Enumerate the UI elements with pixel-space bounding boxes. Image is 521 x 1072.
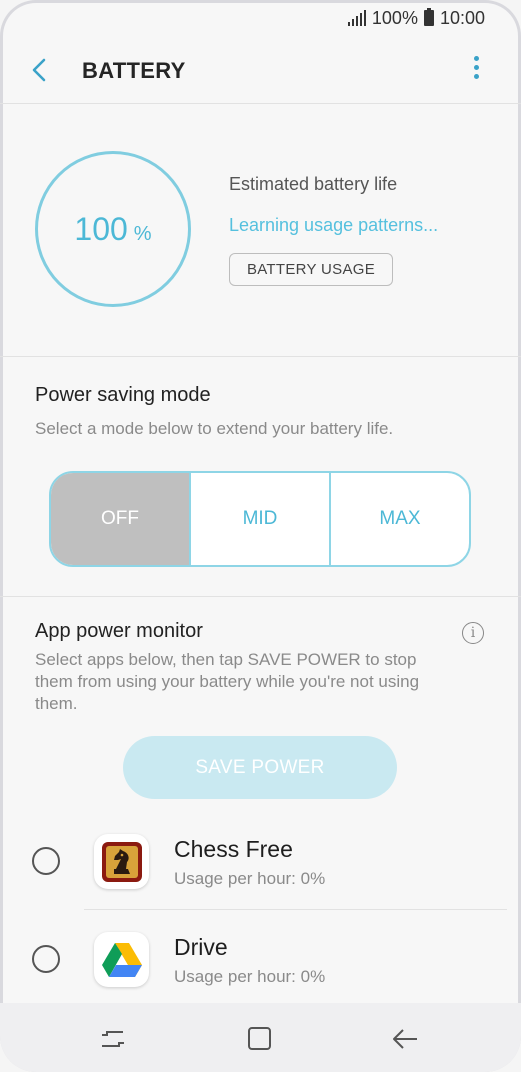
- app-usage: Usage per hour: 0%: [174, 869, 326, 888]
- app-select-radio[interactable]: [32, 945, 60, 973]
- battery-level-value: 100: [74, 210, 128, 247]
- divider: [0, 103, 521, 104]
- recent-apps-button[interactable]: [97, 1023, 129, 1055]
- battery-percent: 100%: [371, 7, 418, 28]
- battery-percent-sign: %: [133, 222, 152, 245]
- app-bar: BATTERY: [0, 38, 521, 102]
- app-name: Drive: [174, 934, 228, 960]
- learning-usage-text: Learning usage patterns...: [229, 215, 439, 235]
- info-icon[interactable]: i: [462, 622, 484, 644]
- divider: [84, 909, 507, 910]
- clock: 10:00: [439, 7, 485, 28]
- description-line: Select apps below, then tap SAVE POWER t…: [35, 650, 417, 669]
- more-vert-icon: [469, 56, 483, 79]
- home-button[interactable]: [244, 1023, 276, 1055]
- divider: [0, 356, 521, 357]
- mode-mid-option[interactable]: MID: [189, 473, 329, 565]
- save-power-button[interactable]: SAVE POWER: [123, 736, 397, 799]
- divider: [0, 596, 521, 597]
- back-icon: [393, 1029, 417, 1049]
- back-arrow-icon: [32, 58, 46, 82]
- app-usage: Usage per hour: 0%: [174, 967, 326, 986]
- battery-usage-button[interactable]: BATTERY USAGE: [229, 253, 393, 286]
- battery-level-ring: 100 %: [35, 151, 191, 307]
- phone-screen: 100% 10:00 BATTERY 100 % Estimated batte…: [0, 0, 521, 1072]
- recent-apps-icon: [102, 1031, 124, 1047]
- app-list-item-chess-free[interactable]: Chess Free Usage per hour: 0%: [0, 813, 521, 909]
- home-icon: [248, 1027, 271, 1050]
- app-list-item-drive[interactable]: Drive Usage per hour: 0%: [0, 911, 521, 1007]
- page-title: BATTERY: [82, 58, 186, 83]
- power-mode-selector: OFF MID MAX: [49, 471, 471, 567]
- app-name: Chess Free: [174, 836, 293, 862]
- app-select-radio[interactable]: [32, 847, 60, 875]
- description-line: them.: [35, 694, 78, 713]
- status-bar: 100% 10:00: [0, 0, 521, 36]
- mode-max-option[interactable]: MAX: [329, 473, 469, 565]
- more-options-button[interactable]: [469, 56, 483, 86]
- power-saving-subtitle: Select a mode below to extend your batte…: [35, 419, 394, 438]
- nav-back-button[interactable]: [389, 1023, 421, 1055]
- description-line: them from using your battery while you'r…: [35, 672, 420, 691]
- navigation-bar: [0, 1003, 521, 1072]
- back-button[interactable]: [26, 52, 58, 88]
- estimated-battery-life-label: Estimated battery life: [229, 174, 398, 194]
- app-power-monitor-description: Select apps below, then tap SAVE POWER t…: [35, 649, 419, 715]
- app-power-monitor-title: App power monitor: [35, 620, 203, 642]
- signal-icon: [347, 10, 366, 26]
- google-drive-icon: [94, 932, 149, 987]
- chess-knight-icon: [94, 834, 149, 889]
- battery-icon: [423, 8, 434, 26]
- mode-off-option[interactable]: OFF: [51, 473, 189, 565]
- power-saving-title: Power saving mode: [35, 384, 211, 406]
